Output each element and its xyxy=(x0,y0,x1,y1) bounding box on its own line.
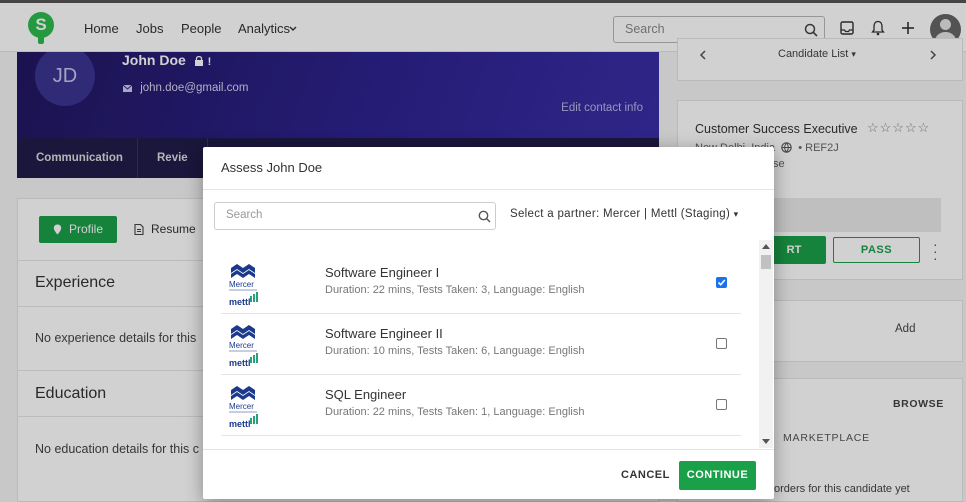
test-search-input[interactable] xyxy=(226,209,466,221)
continue-button[interactable]: CONTINUE xyxy=(679,461,756,490)
logo-bottom-text: mettl xyxy=(229,358,251,368)
test-checkbox[interactable] xyxy=(716,338,727,349)
assess-modal: Assess John Doe Select a partner: Mercer… xyxy=(203,147,774,499)
test-search[interactable] xyxy=(214,202,496,230)
logo-bottom-text: mettl xyxy=(229,419,251,429)
logo-top-text: Mercer xyxy=(229,402,254,411)
test-name: Software Engineer II xyxy=(325,326,443,341)
mercer-mettl-logo-icon: Mercer mettl xyxy=(229,325,258,368)
test-name: SQL Engineer xyxy=(325,387,407,402)
test-meta: Duration: 10 mins, Tests Taken: 6, Langu… xyxy=(325,345,585,357)
logo-top-text: Mercer xyxy=(229,341,254,350)
test-meta: Duration: 22 mins, Tests Taken: 1, Langu… xyxy=(325,406,585,418)
test-row[interactable]: Mercer mettl Software Engineer II Durati… xyxy=(221,314,741,375)
modal-title: Assess John Doe xyxy=(221,160,323,175)
test-name: Software Engineer I xyxy=(325,265,440,280)
logo-top-text: Mercer xyxy=(229,280,254,289)
mercer-mettl-logo-icon: Mercer mettl xyxy=(229,264,258,307)
partner-select[interactable]: Select a partner: Mercer | Mettl (Stagin… xyxy=(510,208,738,220)
scroll-up-arrow-icon[interactable] xyxy=(762,244,770,249)
logo-bottom-text: mettl xyxy=(229,297,251,307)
test-meta: Duration: 22 mins, Tests Taken: 3, Langu… xyxy=(325,284,585,296)
check-icon xyxy=(717,279,726,286)
caret-down-icon: ▾ xyxy=(733,209,739,219)
scroll-down-arrow-icon[interactable] xyxy=(762,439,770,444)
scrollbar-thumb[interactable] xyxy=(761,255,771,269)
partner-select-label: Select a partner: Mercer | Mettl (Stagin… xyxy=(510,208,731,220)
cancel-button[interactable]: CANCEL xyxy=(621,461,670,489)
divider xyxy=(203,189,774,190)
divider xyxy=(203,449,774,450)
test-checkbox[interactable] xyxy=(716,399,727,410)
search-icon[interactable] xyxy=(478,210,491,223)
test-row[interactable]: Mercer mettl Software Engineer I Duratio… xyxy=(221,253,741,314)
mercer-mettl-logo-icon: Mercer mettl xyxy=(229,386,258,429)
test-checkbox[interactable] xyxy=(716,277,727,288)
test-row[interactable] xyxy=(221,436,741,445)
test-row[interactable]: Mercer mettl SQL Engineer Duration: 22 m… xyxy=(221,375,741,436)
scrollbar[interactable] xyxy=(759,240,773,448)
test-list: Mercer mettl Software Engineer I Duratio… xyxy=(221,243,759,445)
